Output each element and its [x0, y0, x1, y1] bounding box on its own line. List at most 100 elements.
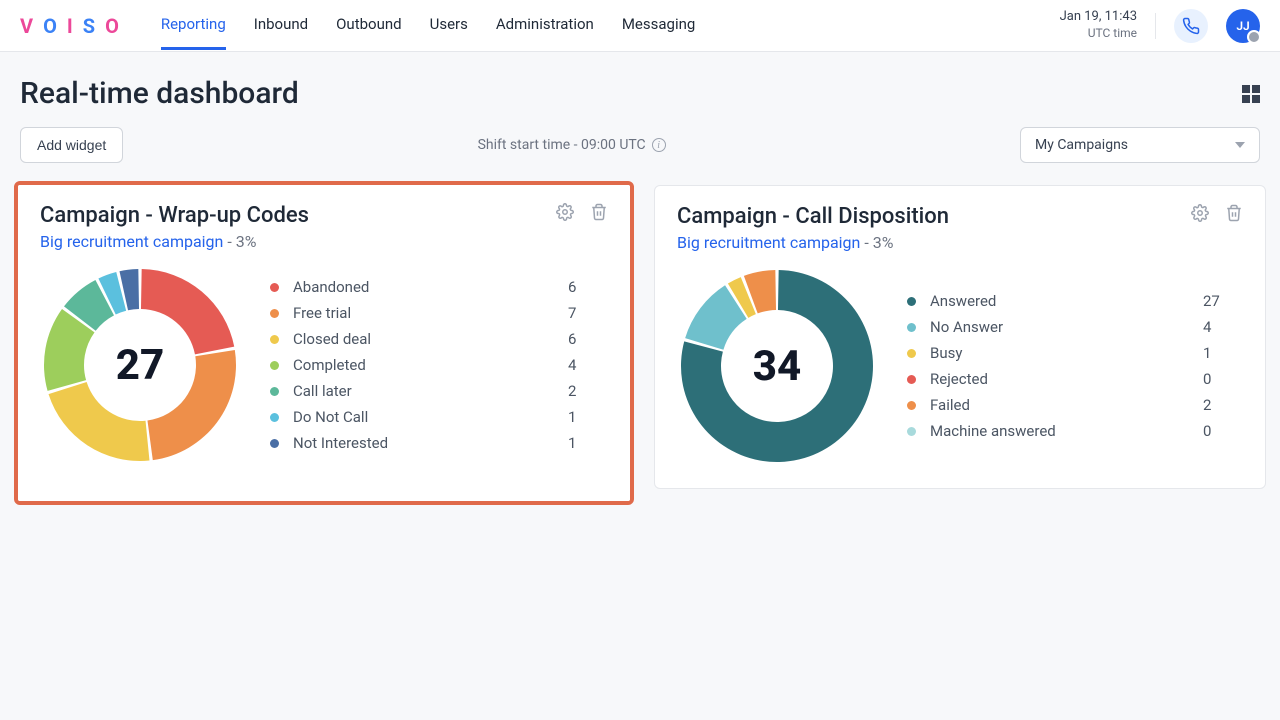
widget-title: Campaign - Call Disposition [677, 204, 949, 229]
legend-row: Busy1 [907, 340, 1243, 366]
gear-icon[interactable] [1191, 204, 1209, 222]
controls-row: Add widget Shift start time - 09:00 UTC … [0, 127, 1280, 181]
legend-label: Abandoned [293, 278, 568, 296]
widget-title-row: Campaign - Wrap-up Codes Big recruitment… [40, 203, 608, 251]
legend-value: 4 [1203, 318, 1243, 336]
campaign-select[interactable]: My Campaigns [1020, 127, 1260, 163]
legend-label: Busy [930, 344, 1203, 362]
legend: Answered27No Answer4Busy1Rejected0Failed… [907, 288, 1243, 444]
legend-dot [270, 361, 279, 370]
legend-dot [270, 387, 279, 396]
trash-icon[interactable] [590, 203, 608, 221]
legend-row: Do Not Call1 [270, 404, 608, 430]
legend-label: No Answer [930, 318, 1203, 336]
nav-messaging[interactable]: Messaging [622, 1, 695, 50]
shift-time-label: Shift start time - 09:00 UTC i [143, 137, 1000, 153]
add-widget-button[interactable]: Add widget [20, 127, 123, 163]
legend-value: 7 [568, 304, 608, 322]
legend-value: 1 [1203, 344, 1243, 362]
widget-actions [556, 203, 608, 221]
widget-wrapup-codes-highlight: Campaign - Wrap-up Codes Big recruitment… [14, 181, 634, 505]
campaign-link[interactable]: Big recruitment campaign [40, 232, 223, 251]
legend-label: Call later [293, 382, 568, 400]
chevron-down-icon [1235, 142, 1245, 148]
shift-text: Shift start time - 09:00 UTC [478, 137, 646, 153]
widget-title: Campaign - Wrap-up Codes [40, 203, 309, 228]
legend-dot [270, 439, 279, 448]
widget-body: 27 Abandoned6Free trial7Closed deal6Comp… [40, 265, 608, 465]
header-right: Jan 19, 11:43 UTC time JJ [1060, 9, 1260, 43]
widgets-row: Campaign - Wrap-up Codes Big recruitment… [0, 181, 1280, 505]
info-icon[interactable]: i [652, 138, 666, 152]
legend-value: 6 [568, 278, 608, 296]
divider [1155, 13, 1156, 39]
widget-wrapup-codes: Campaign - Wrap-up Codes Big recruitment… [18, 185, 630, 501]
donut-chart: 34 [677, 266, 877, 466]
donut-center-value: 27 [40, 265, 240, 465]
legend-label: Completed [293, 356, 568, 374]
legend-row: Rejected0 [907, 366, 1243, 392]
donut-chart: 27 [40, 265, 240, 465]
legend-label: Answered [930, 292, 1203, 310]
legend-dot [907, 375, 916, 384]
legend-value: 2 [1203, 396, 1243, 414]
legend-row: Not Interested1 [270, 430, 608, 456]
legend-label: Failed [930, 396, 1203, 414]
legend-value: 1 [568, 434, 608, 452]
logo: VOISO [20, 14, 125, 38]
legend-dot [907, 349, 916, 358]
campaign-select-value: My Campaigns [1035, 137, 1128, 153]
gear-icon[interactable] [556, 203, 574, 221]
legend-label: Do Not Call [293, 408, 568, 426]
widget-title-row: Campaign - Call Disposition Big recruitm… [677, 204, 1243, 252]
nav-inbound[interactable]: Inbound [254, 1, 308, 50]
legend-dot [907, 427, 916, 436]
legend-row: Call later2 [270, 378, 608, 404]
legend-value: 6 [568, 330, 608, 348]
donut-center-value: 34 [677, 266, 877, 466]
datetime: Jan 19, 11:43 UTC time [1060, 9, 1137, 41]
trash-icon[interactable] [1225, 204, 1243, 222]
legend-value: 1 [568, 408, 608, 426]
legend-row: Abandoned6 [270, 274, 608, 300]
legend-row: Failed2 [907, 392, 1243, 418]
legend-dot [907, 323, 916, 332]
tz-label: UTC time [1060, 26, 1137, 42]
legend-label: Not Interested [293, 434, 568, 452]
widget-subtitle: Big recruitment campaign - 3% [40, 232, 309, 251]
legend-value: 0 [1203, 370, 1243, 388]
campaign-link[interactable]: Big recruitment campaign [677, 233, 860, 252]
nav-users[interactable]: Users [430, 1, 468, 50]
legend-value: 0 [1203, 422, 1243, 440]
nav-administration[interactable]: Administration [496, 1, 594, 50]
widget-call-disposition-wrap: Campaign - Call Disposition Big recruitm… [650, 181, 1270, 505]
nav-outbound[interactable]: Outbound [336, 1, 402, 50]
date-label: Jan 19, 11:43 [1060, 9, 1137, 26]
nav-reporting[interactable]: Reporting [161, 1, 226, 50]
legend-value: 2 [568, 382, 608, 400]
legend-row: Answered27 [907, 288, 1243, 314]
legend-value: 27 [1203, 292, 1243, 310]
legend-row: Completed4 [270, 352, 608, 378]
legend-label: Rejected [930, 370, 1203, 388]
legend-label: Closed deal [293, 330, 568, 348]
avatar[interactable]: JJ [1226, 9, 1260, 43]
legend-label: Machine answered [930, 422, 1203, 440]
legend-row: Closed deal6 [270, 326, 608, 352]
legend-dot [270, 283, 279, 292]
app-header: VOISO Reporting Inbound Outbound Users A… [0, 0, 1280, 52]
subtitle-suffix: - 3% [860, 233, 893, 252]
legend-row: Machine answered0 [907, 418, 1243, 444]
layout-grid-icon[interactable] [1242, 85, 1260, 103]
legend-value: 4 [568, 356, 608, 374]
legend-dot [270, 309, 279, 318]
widget-body: 34 Answered27No Answer4Busy1Rejected0Fai… [677, 266, 1243, 466]
phone-icon[interactable] [1174, 9, 1208, 43]
legend-dot [907, 297, 916, 306]
legend-label: Free trial [293, 304, 568, 322]
legend-row: No Answer4 [907, 314, 1243, 340]
legend-dot [907, 401, 916, 410]
widget-actions [1191, 204, 1243, 222]
legend: Abandoned6Free trial7Closed deal6Complet… [270, 274, 608, 456]
legend-row: Free trial7 [270, 300, 608, 326]
